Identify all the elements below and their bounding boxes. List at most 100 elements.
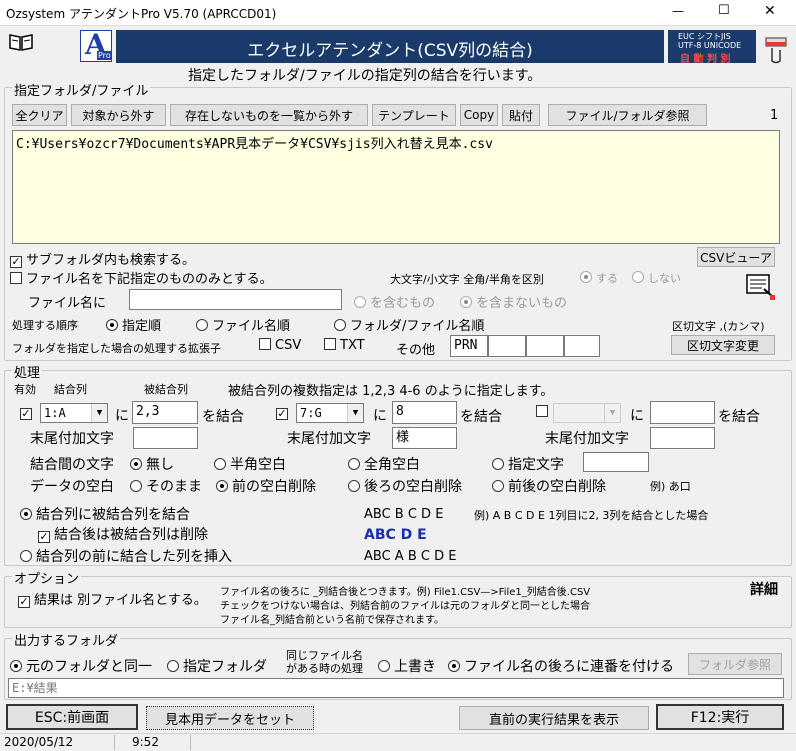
row3-enabled-checkbox[interactable]	[536, 405, 552, 420]
exclude-radio[interactable]: を含まないもの	[460, 292, 567, 311]
row2-join-column-select[interactable]: 7:G ▼	[296, 403, 364, 423]
row1-suffix-input[interactable]	[133, 427, 198, 449]
ext-csv-checkbox[interactable]: CSV	[259, 338, 301, 353]
between-full-label: 全角空白	[364, 457, 420, 473]
run-button[interactable]: F12:実行	[656, 704, 784, 730]
separate-file-checkbox[interactable]: ✓ 結果は 別ファイル名とする。	[18, 589, 207, 608]
ext-other-input-2[interactable]	[488, 335, 526, 357]
filename-input[interactable]	[129, 289, 342, 310]
row1-join-column-select[interactable]: 1:A ▼	[40, 403, 108, 423]
ext-other-input-1[interactable]: PRN	[450, 335, 488, 357]
filename-filter-checkbox[interactable]: ファイル名を下記指定のもののみとする。	[10, 268, 273, 287]
space-back-radio[interactable]: 後ろの空白削除	[348, 476, 462, 496]
encoding-line3: 自 動 判 別	[680, 54, 731, 65]
chevron-down-icon[interactable]: ▼	[91, 404, 107, 422]
between-half-radio[interactable]: 半角空白	[214, 454, 286, 474]
radio-mark	[167, 660, 179, 672]
row2-enabled-checkbox[interactable]: ✓	[276, 405, 292, 420]
output-path-input[interactable]: E:¥結果	[8, 678, 784, 698]
space-label: データの空白	[30, 479, 114, 495]
browse-files-button[interactable]: ファイル/フォルダ参照	[548, 104, 707, 126]
order-specified-radio[interactable]: 指定順	[106, 315, 161, 334]
maximize-button[interactable]: ☐	[718, 3, 730, 18]
search-subfolders-checkbox[interactable]: ✓ サブフォルダ内も検索する。	[10, 249, 195, 268]
sample-data-button[interactable]: 見本用データをセット	[146, 706, 314, 730]
radio-mark	[106, 319, 118, 331]
copy-button[interactable]: Copy	[460, 104, 498, 126]
radio-mark	[214, 458, 226, 470]
viewer-icon[interactable]	[744, 271, 776, 301]
remove-selected-button[interactable]: 対象から外す	[71, 104, 166, 126]
clip-icon[interactable]	[764, 28, 788, 64]
ext-csv-label: CSV	[275, 338, 302, 353]
order-folder-radio[interactable]: フォルダ/ファイル名順	[334, 315, 484, 334]
last-result-button[interactable]: 直前の実行結果を表示	[459, 706, 649, 730]
mode-delete-checkbox[interactable]: ✓ 結合後は被結合列は削除	[38, 524, 208, 544]
example-2: ABC D E	[364, 527, 427, 543]
example-3: ABC A B C D E	[364, 549, 457, 564]
mode-insert-radio[interactable]: 結合列の前に結合した列を挿入	[20, 546, 232, 566]
remove-missing-button[interactable]: 存在しないものを一覧から外す	[170, 104, 368, 126]
case-yes-radio[interactable]: する	[580, 270, 618, 286]
space-keep-radio[interactable]: そのまま	[130, 476, 202, 496]
close-button[interactable]: ✕	[764, 3, 776, 19]
file-list-item[interactable]: C:¥Users¥ozcr7¥Documents¥APR見本データ¥CSV¥sj…	[16, 133, 493, 152]
file-list[interactable]: C:¥Users¥ozcr7¥Documents¥APR見本データ¥CSV¥sj…	[12, 130, 780, 244]
overwrite-radio[interactable]: 上書き	[378, 656, 436, 676]
row1-enabled-checkbox[interactable]: ✓	[20, 405, 36, 420]
row1-wo: を結合	[202, 409, 244, 425]
order-filename-radio[interactable]: ファイル名順	[196, 315, 290, 334]
example-note: 例) A B C D E 1列目に2, 3列を結合とした場合	[474, 509, 709, 522]
minimize-button[interactable]: —	[672, 4, 684, 18]
search-subfolders-label: サブフォルダ内も検索する。	[26, 253, 196, 268]
folder-browse-button[interactable]: フォルダ参照	[688, 653, 782, 675]
same-folder-radio[interactable]: 元のフォルダと同一	[10, 656, 152, 676]
space-front-radio[interactable]: 前の空白削除	[216, 476, 316, 496]
ext-other-input-3[interactable]	[526, 335, 564, 357]
checkbox-mark: ✓	[276, 407, 288, 420]
csv-viewer-button[interactable]: CSVビューア	[697, 247, 775, 267]
paste-button[interactable]: 貼付	[502, 104, 540, 126]
back-button[interactable]: ESC:前画面	[6, 704, 138, 730]
between-custom-radio[interactable]: 指定文字	[492, 454, 564, 474]
append-number-radio[interactable]: ファイル名の後ろに連番を付ける	[448, 656, 674, 676]
row3-ni: に	[630, 408, 644, 424]
row3-suffix-input[interactable]	[650, 427, 715, 449]
banner-title: エクセルアテンダント(CSV列の結合)	[247, 41, 533, 61]
clear-all-button[interactable]: 全クリア	[12, 104, 67, 126]
mode-join-radio[interactable]: 結合列に被結合列を結合	[20, 504, 190, 524]
between-full-radio[interactable]: 全角空白	[348, 454, 420, 474]
example-1: ABC B C D E	[364, 507, 444, 522]
order-filename-label: ファイル名順	[212, 319, 291, 334]
row3-join-column-select[interactable]: ▼	[553, 403, 621, 423]
space-both-radio[interactable]: 前後の空白削除	[492, 476, 606, 496]
between-none-radio[interactable]: 無し	[130, 454, 174, 474]
case-yes-label: する	[596, 272, 618, 285]
row3-target-input[interactable]	[650, 401, 715, 424]
chevron-down-icon[interactable]: ▼	[604, 404, 620, 422]
filename-filter-label: ファイル名を下記指定のもののみとする。	[26, 272, 273, 287]
between-label: 結合間の文字	[30, 457, 114, 473]
ext-other-label: その他	[396, 343, 436, 358]
logo-sub: Pro	[97, 51, 112, 60]
row2-target-input[interactable]: 8	[392, 401, 457, 424]
case-no-label: しない	[648, 272, 681, 285]
chevron-down-icon[interactable]: ▼	[347, 404, 363, 422]
encoding-badge: EUC シフトJIS UTF-8 UNICODE 自 動 判 別	[668, 30, 756, 65]
window-title: Ozsystem アテンダントPro V5.70 (APRCCD01)	[6, 7, 277, 21]
row2-suffix-input[interactable]: 様	[392, 427, 457, 449]
delimiter-change-button[interactable]: 区切文字変更	[671, 335, 775, 355]
row1-suffix-label: 末尾付加文字	[30, 431, 114, 447]
template-button[interactable]: テンプレート	[372, 104, 456, 126]
case-no-radio[interactable]: しない	[632, 270, 681, 286]
detail-link[interactable]: 詳細	[750, 579, 778, 599]
row1-target-input[interactable]: 2,3	[132, 401, 198, 424]
specified-folder-radio[interactable]: 指定フォルダ	[167, 656, 267, 676]
encoding-line2: UTF-8 UNICODE	[678, 41, 742, 50]
between-custom-input[interactable]	[583, 452, 649, 472]
ext-txt-checkbox[interactable]: TXT	[324, 338, 365, 353]
include-radio[interactable]: を含むもの	[354, 292, 435, 311]
ext-other-input-4[interactable]	[564, 335, 600, 357]
book-icon[interactable]	[8, 32, 34, 52]
status-divider	[114, 735, 115, 750]
